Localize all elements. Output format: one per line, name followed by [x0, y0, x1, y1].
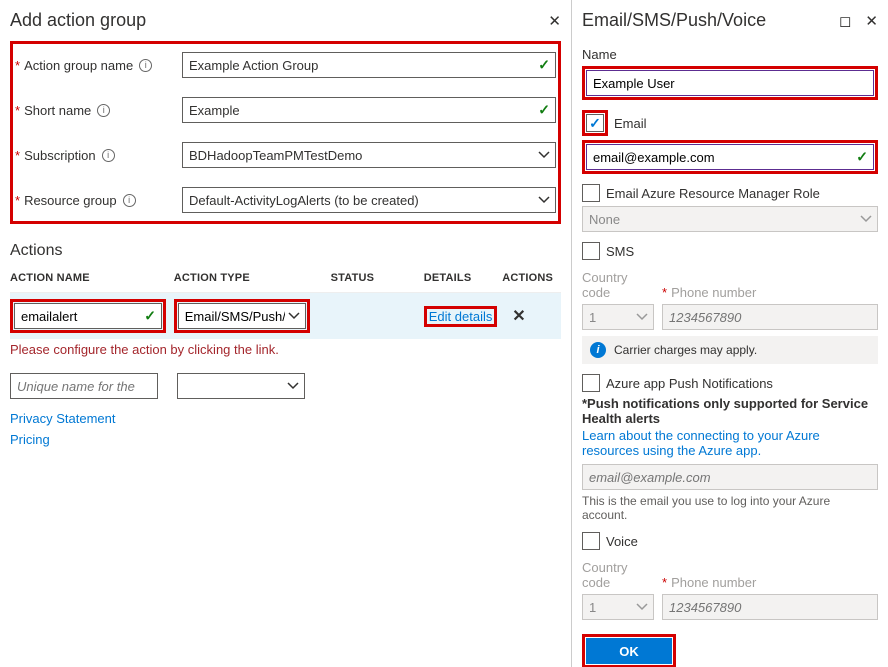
- phone-label: Phone number: [671, 575, 756, 590]
- info-icon: i: [590, 342, 606, 358]
- name-label: Name: [582, 47, 878, 62]
- name-input[interactable]: [586, 70, 874, 96]
- info-icon[interactable]: i: [139, 59, 152, 72]
- push-label: Azure app Push Notifications: [606, 376, 773, 391]
- subscription-label: Subscription: [24, 148, 96, 163]
- subscription-select[interactable]: [182, 142, 556, 168]
- action-name-input[interactable]: [14, 303, 162, 329]
- voice-country-code: [582, 594, 654, 620]
- arm-role-checkbox[interactable]: [582, 184, 600, 202]
- panel-title: Add action group: [10, 10, 146, 31]
- voice-phone-input: [662, 594, 878, 620]
- sms-phone-input: [662, 304, 878, 330]
- action-name-input-blank[interactable]: [10, 373, 158, 399]
- action-row: ✓ Edit details ✕: [10, 293, 561, 339]
- close-icon[interactable]: ✕: [865, 12, 878, 30]
- info-icon[interactable]: i: [102, 149, 115, 162]
- carrier-info-bar: i Carrier charges may apply.: [582, 336, 878, 364]
- email-input[interactable]: [586, 144, 874, 170]
- col-name: Action Name: [10, 272, 174, 284]
- arm-role-label: Email Azure Resource Manager Role: [606, 186, 820, 201]
- push-note: *Push notifications only supported for S…: [582, 396, 878, 426]
- voice-label: Voice: [606, 534, 638, 549]
- phone-label: Phone number: [671, 285, 756, 300]
- col-details: Details: [424, 272, 502, 284]
- info-icon[interactable]: i: [123, 194, 136, 207]
- country-code-label: Country code: [582, 560, 654, 590]
- short-name-label: Short name: [24, 103, 91, 118]
- country-code-label: Country code: [582, 270, 654, 300]
- resource-group-label: Resource group: [24, 193, 117, 208]
- pricing-link[interactable]: Pricing: [10, 432, 561, 447]
- push-learn-link[interactable]: Learn about the connecting to your Azure…: [582, 428, 878, 458]
- action-type-select-blank[interactable]: [177, 373, 305, 399]
- short-name-input[interactable]: [182, 97, 556, 123]
- panel-header: Add action group ✕: [10, 8, 561, 41]
- sms-country-code: [582, 304, 654, 330]
- remove-action-button[interactable]: ✕: [512, 308, 525, 325]
- sms-label: SMS: [606, 244, 634, 259]
- col-actions: Actions: [502, 272, 561, 284]
- voice-checkbox[interactable]: [582, 532, 600, 550]
- push-email-input: [582, 464, 878, 490]
- email-label: Email: [614, 116, 647, 131]
- sms-checkbox[interactable]: [582, 242, 600, 260]
- action-group-name-input[interactable]: [182, 52, 556, 78]
- actions-heading: Actions: [10, 242, 561, 260]
- arm-role-select: [582, 206, 878, 232]
- actions-table-header: Action Name Action Type Status Details A…: [10, 266, 561, 293]
- form-fields-highlight: *Action group namei ✓ *Short namei ✓ *Su…: [10, 41, 561, 224]
- info-icon[interactable]: i: [97, 104, 110, 117]
- config-warning: Please configure the action by clicking …: [10, 339, 561, 367]
- action-type-select[interactable]: [178, 303, 306, 329]
- col-type: Action Type: [174, 272, 331, 284]
- resource-group-select[interactable]: [182, 187, 556, 213]
- right-panel-title: Email/SMS/Push/Voice: [582, 10, 766, 31]
- email-checkbox[interactable]: [586, 114, 604, 132]
- edit-details-link[interactable]: Edit details: [429, 309, 493, 324]
- close-icon[interactable]: ✕: [548, 12, 561, 30]
- push-checkbox[interactable]: [582, 374, 600, 392]
- push-subtext: This is the email you use to log into yo…: [582, 494, 878, 522]
- ok-button[interactable]: OK: [586, 638, 672, 664]
- right-panel-header: Email/SMS/Push/Voice ◻ ✕: [582, 8, 878, 41]
- carrier-text: Carrier charges may apply.: [614, 343, 757, 357]
- maximize-icon[interactable]: ◻: [839, 12, 851, 30]
- action-group-name-label: Action group name: [24, 58, 133, 73]
- col-status: Status: [331, 272, 424, 284]
- privacy-link[interactable]: Privacy Statement: [10, 411, 561, 426]
- action-row-empty: [10, 367, 561, 405]
- email-sms-push-voice-panel: Email/SMS/Push/Voice ◻ ✕ Name Email ✓ Em…: [572, 0, 888, 667]
- add-action-group-panel: Add action group ✕ *Action group namei ✓…: [0, 0, 572, 667]
